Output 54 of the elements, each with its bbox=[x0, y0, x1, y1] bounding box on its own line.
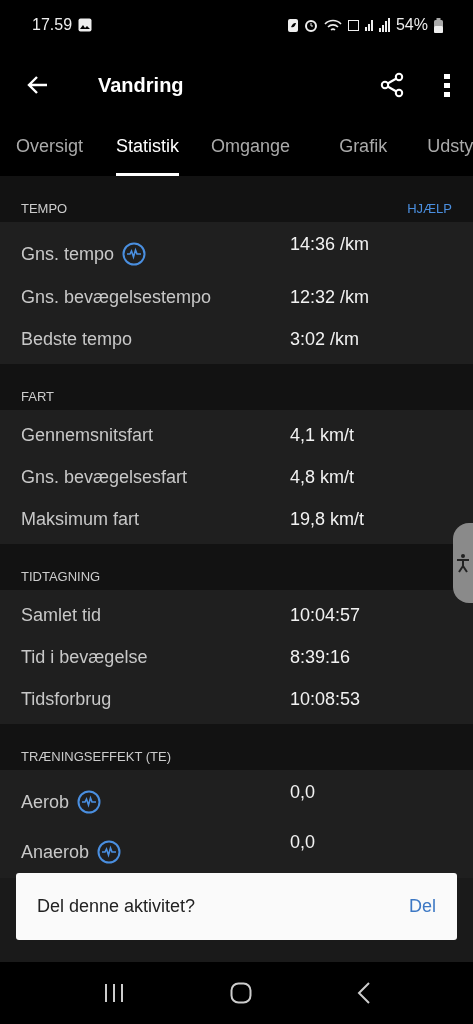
stat-label: Bedste tempo bbox=[21, 328, 133, 350]
status-time: 17.59 bbox=[32, 16, 73, 34]
volte-icon bbox=[347, 19, 359, 31]
section-title: TEMPO bbox=[21, 201, 68, 216]
alarm-icon bbox=[303, 18, 318, 32]
stat-label: Tidsforbrug bbox=[21, 688, 112, 710]
stat-value: 14:36 /km bbox=[290, 234, 371, 255]
section-title: TRÆNINGSEFFEKT (TE) bbox=[21, 749, 171, 764]
stat-value: 0,0 bbox=[290, 782, 317, 803]
share-icon bbox=[379, 72, 405, 98]
home-icon bbox=[229, 982, 252, 1004]
tab[interactable]: Omgange bbox=[211, 120, 291, 176]
stat-value: 4,1 km/t bbox=[290, 424, 356, 446]
signal-icon bbox=[364, 19, 373, 31]
stat-value: 10:04:57 bbox=[290, 604, 362, 626]
recent-apps-icon bbox=[102, 982, 125, 1004]
stat-value: 8:39:16 bbox=[290, 646, 352, 668]
wifi-icon bbox=[323, 18, 342, 32]
stat-value: 4,8 km/t bbox=[290, 466, 356, 488]
stat-label: Anaerob bbox=[21, 841, 90, 863]
help-link[interactable]: HJÆLP bbox=[407, 201, 452, 216]
accessibility-icon bbox=[456, 553, 470, 573]
stat-value: 3:02 /km bbox=[290, 328, 361, 350]
screen-title: Vandring bbox=[98, 73, 184, 97]
share-action-button[interactable]: Del bbox=[409, 896, 436, 917]
battery-percent: 54% bbox=[395, 16, 428, 34]
stat-label: Tid i bevægelse bbox=[21, 646, 148, 668]
stat-label: Gns. tempo bbox=[21, 243, 115, 265]
snackbar-message: Del denne aktivitet? bbox=[37, 896, 196, 917]
back-icon bbox=[356, 982, 371, 1004]
gallery-icon bbox=[78, 18, 93, 32]
battery-saver-icon bbox=[287, 18, 298, 32]
stat-label: Gennemsnitsfart bbox=[21, 424, 154, 446]
activity-info-icon[interactable] bbox=[97, 840, 122, 864]
tab[interactable]: Udsty bbox=[427, 120, 473, 176]
section-title: TIDTAGNING bbox=[21, 569, 101, 584]
stat-label: Aerob bbox=[21, 791, 70, 813]
tab[interactable]: Grafik bbox=[339, 120, 388, 176]
stat-value: 0,0 bbox=[290, 832, 317, 853]
stat-label: Maksimum fart bbox=[21, 508, 139, 530]
stat-value: 12:32 /km bbox=[290, 286, 371, 308]
activity-info-icon[interactable] bbox=[77, 790, 102, 814]
section-title: FART bbox=[21, 389, 54, 404]
stat-label: Gns. bevægelsesfart bbox=[21, 466, 188, 488]
accessibility-handle[interactable] bbox=[453, 523, 473, 603]
stat-label: Samlet tid bbox=[21, 604, 102, 626]
activity-info-icon[interactable] bbox=[122, 242, 147, 266]
menu-icon bbox=[443, 73, 451, 97]
tab[interactable]: Oversigt bbox=[16, 120, 84, 176]
stat-value: 19,8 km/t bbox=[290, 508, 366, 530]
stat-value: 10:08:53 bbox=[290, 688, 362, 710]
signal-icon bbox=[378, 18, 390, 32]
stat-label: Gns. bevægelsestempo bbox=[21, 286, 212, 308]
battery-icon bbox=[434, 17, 443, 33]
